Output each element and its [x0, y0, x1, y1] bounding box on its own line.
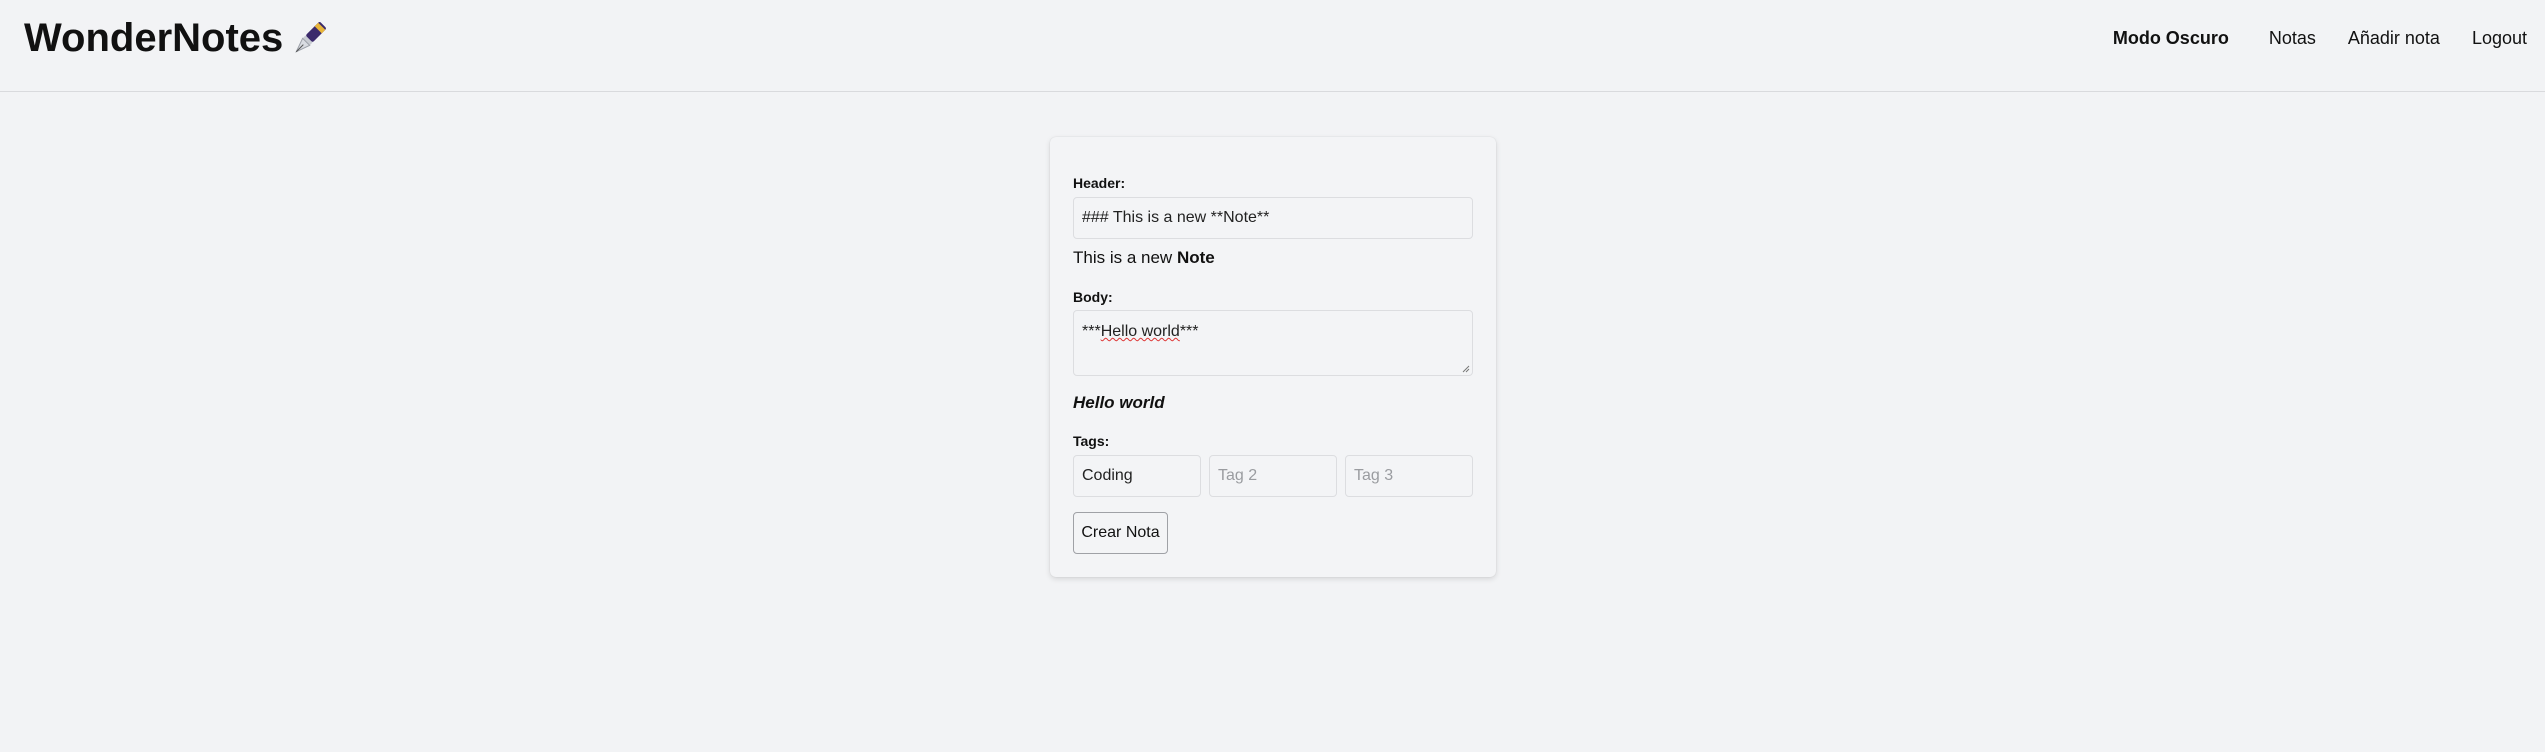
header-preview-text: This is a new: [1073, 248, 1177, 267]
body-textarea-value: ***Hello world***: [1082, 323, 1199, 341]
nav-link-add-note[interactable]: Añadir nota: [2348, 28, 2440, 49]
brand-logo[interactable]: WonderNotes: [24, 16, 331, 61]
tag-input-3[interactable]: Tag 3: [1345, 455, 1473, 497]
body-spellcheck-text: Hello world: [1100, 323, 1180, 340]
navbar: WonderNotes Modo Oscuro Notas Añadir not…: [0, 0, 2545, 92]
body-textarea[interactable]: ***Hello world***: [1073, 310, 1473, 376]
header-preview-bold: Note: [1176, 248, 1215, 267]
tag-input-1[interactable]: Coding: [1073, 455, 1201, 497]
body-label: Body:: [1073, 289, 1113, 305]
tag-input-2[interactable]: Tag 2: [1209, 455, 1337, 497]
header-input-value: ### This is a new **Note**: [1082, 209, 1270, 226]
nav-link-notes[interactable]: Notas: [2269, 28, 2316, 49]
header-label: Header:: [1073, 175, 1126, 191]
brand-name: WonderNotes: [24, 16, 284, 60]
tag-input-2-placeholder: Tag 2: [1218, 467, 1258, 484]
create-note-button[interactable]: Crear Nota: [1073, 512, 1168, 554]
nav-link-logout[interactable]: Logout: [2472, 28, 2527, 49]
tag-input-1-value: Coding: [1082, 467, 1133, 484]
header-input[interactable]: ### This is a new **Note**: [1073, 197, 1473, 239]
note-form-card: Header: ### This is a new **Note** This …: [1050, 137, 1496, 577]
nav-links: Modo Oscuro Notas Añadir nota Logout: [2113, 28, 2527, 49]
body-preview: Hello world: [1073, 393, 1165, 412]
dark-mode-toggle[interactable]: Modo Oscuro: [2113, 28, 2229, 49]
tags-label: Tags:: [1073, 433, 1110, 449]
resize-grip-icon[interactable]: [1462, 365, 1470, 373]
body-markup-suffix: ***: [1179, 323, 1199, 340]
pen-icon: [295, 21, 327, 53]
header-preview: This is a new Note: [1073, 248, 1215, 268]
tag-input-3-placeholder: Tag 3: [1354, 467, 1394, 484]
body-markup-prefix: ***: [1082, 323, 1101, 340]
